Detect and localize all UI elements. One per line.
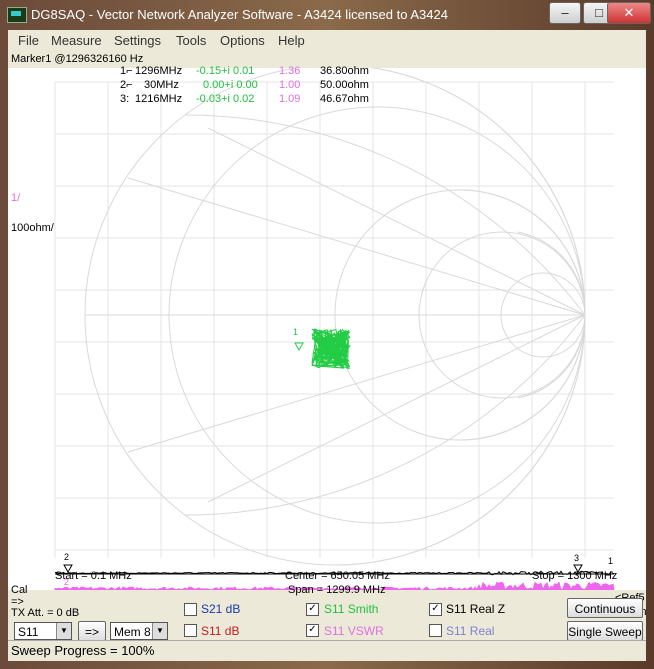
- stop-freq: Stop = 1300 MHz: [532, 570, 618, 582]
- s11-real-label: S11 Real: [446, 624, 495, 638]
- marker-3-freq: 1216MHz: [135, 93, 183, 105]
- smith-trace-path: [311, 327, 351, 370]
- cal-label: Cal: [11, 584, 28, 596]
- s11-db-checkbox[interactable]: [184, 624, 197, 637]
- marker-1-vswr: 1.36: [279, 65, 301, 77]
- app-icon: [7, 7, 27, 23]
- marker-3-vswr: 1.09: [279, 93, 301, 105]
- s11-smith-label: S11 Smith: [324, 602, 379, 616]
- marker-3-realz-label: 3: [574, 553, 580, 563]
- menu-settings[interactable]: Settings: [114, 33, 161, 48]
- s11-db-label: S11 dB: [201, 624, 240, 638]
- marker-2-vswr: 1.00: [279, 79, 301, 91]
- marker-header: Marker1 @1296326160 Hz: [11, 53, 144, 65]
- memory-select[interactable]: Mem 8 ▼: [110, 622, 168, 640]
- s11-realz-checkbox[interactable]: ✓: [429, 603, 442, 616]
- copy-to-memory-button[interactable]: =>: [78, 621, 106, 641]
- s21-db-checkbox[interactable]: [184, 603, 197, 616]
- client-area: File Measure Settings Tools Options Help…: [8, 30, 647, 661]
- status-bar: Sweep Progress = 100%: [8, 640, 646, 661]
- continuous-button[interactable]: Continuous: [567, 598, 643, 618]
- s21-db-label: S21 dB: [201, 602, 241, 616]
- marker-2-complex: 0.00+i 0.00: [203, 79, 258, 91]
- marker-2-freq: 30MHz: [144, 79, 179, 91]
- s11-realz-label: S11 Real Z: [446, 602, 506, 616]
- window-title: DG8SAQ - Vector Network Analyzer Softwar…: [31, 7, 448, 22]
- sweep-progress: Sweep Progress = 100%: [11, 643, 155, 658]
- menu-measure[interactable]: Measure: [51, 33, 102, 48]
- marker-1-complex: -0.15+i 0.01: [196, 65, 255, 77]
- menu-file[interactable]: File: [18, 33, 39, 48]
- chevron-down-icon: ▼: [56, 623, 71, 639]
- marker-3-z: 46.67ohm: [320, 93, 369, 105]
- single-sweep-button[interactable]: Single Sweep: [567, 621, 643, 641]
- chevron-down-icon: ▼: [152, 623, 167, 639]
- smith-chart: [54, 68, 615, 590]
- marker-1-realz-label: 1: [608, 556, 614, 566]
- tx-att-label: TX Att. = 0 dB: [11, 607, 80, 619]
- marker-1-id: 1⌐: [120, 65, 133, 77]
- menu-options[interactable]: Options: [220, 33, 265, 48]
- marker-2-id: 2⌐: [120, 79, 133, 91]
- marker-1-freq: 1296MHz: [135, 65, 183, 77]
- menu-help[interactable]: Help: [278, 33, 305, 48]
- marker-3-id: 3:: [120, 93, 130, 105]
- menu-tools[interactable]: Tools: [176, 33, 206, 48]
- scale-unit-label: 100ohm/: [11, 222, 54, 234]
- marker-3-complex: -0.03+i 0.02: [196, 93, 255, 105]
- marker-1-symbol: [294, 342, 304, 352]
- s11-vswr-label: S11 VSWR: [324, 624, 384, 638]
- s11-real-checkbox[interactable]: [429, 624, 442, 637]
- menu-bar: File Measure Settings Tools Options Help: [8, 30, 646, 50]
- start-freq: Start = 0.1 MHz: [55, 570, 132, 582]
- close-button[interactable]: ✕: [607, 2, 651, 24]
- scale-top-label: 1/: [11, 192, 21, 204]
- s11-vswr-checkbox[interactable]: ✓: [306, 624, 319, 637]
- minimize-button[interactable]: –: [549, 2, 581, 24]
- s11-smith-checkbox[interactable]: ✓: [306, 603, 319, 616]
- memory-select-value: Mem 8: [114, 625, 151, 639]
- center-freq: Center = 650.05 MHz: [285, 570, 390, 582]
- param-select-value: S11: [18, 625, 39, 639]
- marker-2-z: 50.00ohm: [320, 79, 369, 91]
- param-select[interactable]: S11 ▼: [14, 622, 72, 640]
- app-window: DG8SAQ - Vector Network Analyzer Softwar…: [0, 0, 654, 669]
- title-bar[interactable]: DG8SAQ - Vector Network Analyzer Softwar…: [0, 0, 654, 30]
- marker-1-smith-label: 1: [293, 327, 299, 337]
- plot-area[interactable]: 1⌐ 1296MHz -0.15+i 0.01 1.36 36.80ohm 2⌐…: [8, 65, 647, 618]
- marker-1-z: 36.80ohm: [320, 65, 369, 77]
- span-freq: Span = 1299.9 MHz: [288, 584, 386, 596]
- marker-2-realz-label: 2: [64, 552, 70, 562]
- smith-trace: [311, 327, 351, 370]
